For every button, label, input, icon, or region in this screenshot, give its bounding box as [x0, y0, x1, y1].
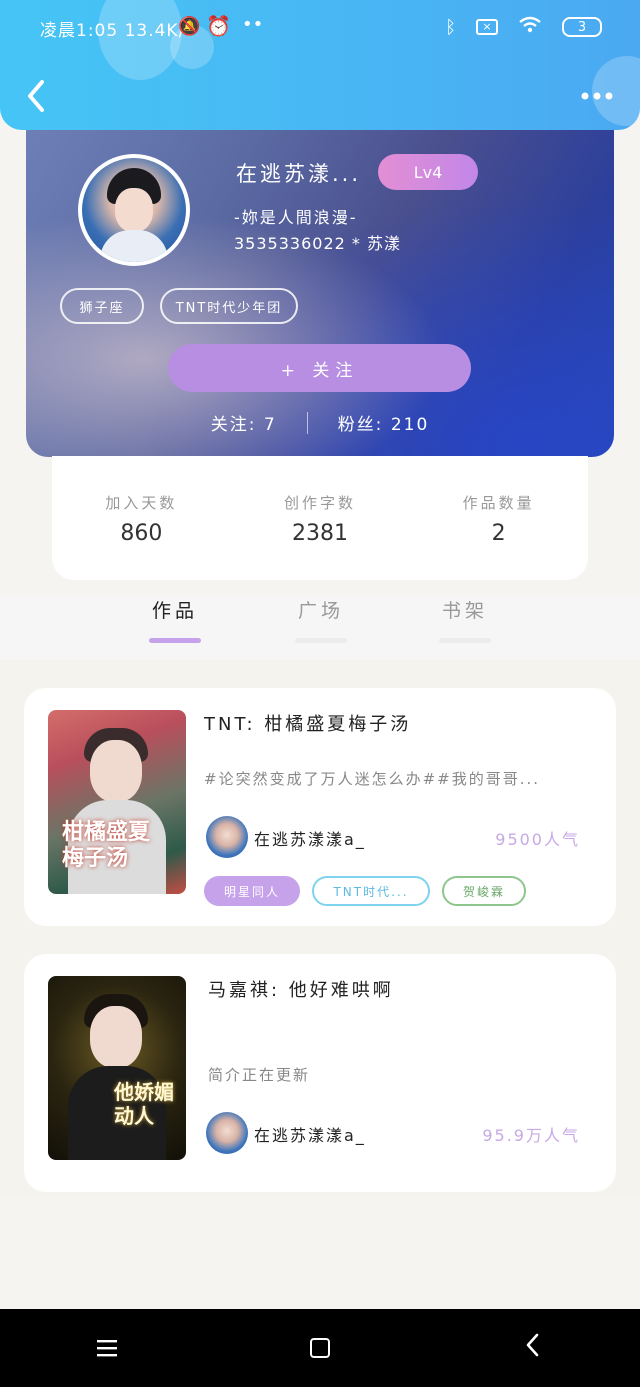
avatar-image	[82, 158, 186, 262]
back-button[interactable]	[20, 74, 54, 118]
work-description: 简介正在更新	[208, 1066, 311, 1084]
menu-icon	[96, 1339, 117, 1356]
back-arrow-icon	[527, 1333, 539, 1356]
work-tag[interactable]: TNT时代...	[312, 876, 430, 906]
stat-value: 2381	[291, 521, 348, 546]
author-avatar[interactable]	[206, 1112, 248, 1154]
work-title: 马嘉祺: 他好难哄啊	[208, 980, 394, 1001]
tab-works[interactable]: 作品	[140, 596, 210, 623]
tab-bookshelf-indicator	[439, 638, 491, 643]
tab-bookshelf[interactable]: 书架	[430, 596, 500, 623]
home-button[interactable]	[290, 1338, 350, 1358]
profile-avatar[interactable]	[78, 154, 190, 266]
work-description: #论突然变成了万人迷怎么办##我的哥哥...	[204, 770, 541, 788]
stat-word-count: 创作字数 2381	[245, 492, 395, 546]
level-badge: Lv4	[378, 154, 478, 190]
menu-button[interactable]	[77, 1332, 137, 1365]
work-tag[interactable]: 明星同人	[204, 876, 300, 906]
fans-label: 粉丝:	[337, 415, 384, 435]
battery-level: 3	[577, 19, 587, 35]
alarm-icon: ⏰	[206, 14, 231, 38]
following-count: 7	[263, 415, 277, 435]
work-tag[interactable]: 贺峻霖	[442, 876, 526, 906]
counts-divider	[306, 411, 308, 434]
stat-label: 作品数量	[462, 494, 535, 512]
wifi-icon	[518, 16, 542, 38]
work-cover[interactable]: 他娇媚动人	[48, 976, 186, 1160]
status-time-speed: 凌晨1:05 13.4K/s	[40, 21, 196, 41]
author-avatar[interactable]	[206, 816, 248, 858]
tag-group[interactable]: TNT时代少年团	[160, 288, 298, 324]
profile-signature: -妳是人間浪漫-	[234, 208, 358, 227]
nav-back-button[interactable]	[503, 1332, 563, 1365]
tab-square-indicator	[295, 638, 347, 643]
stat-label: 创作字数	[283, 494, 356, 512]
bluetooth-icon: ᛒ	[445, 16, 456, 38]
work-cover[interactable]: 柑橘盛夏梅子汤	[48, 710, 186, 894]
author-name[interactable]: 在逃苏漾漾a_	[254, 826, 366, 850]
profile-uid: 3535336022 * 苏漾	[234, 234, 401, 253]
following-stat[interactable]: 关注: 7	[211, 410, 277, 435]
stats-card: 加入天数 860 创作字数 2381 作品数量 2	[52, 456, 588, 580]
author-name[interactable]: 在逃苏漾漾a_	[254, 1122, 366, 1146]
more-horizontal-icon	[581, 92, 613, 100]
system-nav-bar	[0, 1309, 640, 1387]
stat-join-days: 加入天数 860	[66, 492, 216, 546]
work-card[interactable]: 他娇媚动人 马嘉祺: 他好难哄啊 简介正在更新 在逃苏漾漾a_ 95.9万人气	[24, 954, 616, 1192]
work-title: TNT: 柑橘盛夏梅子汤	[204, 714, 412, 735]
popularity: 95.9万人气	[482, 1126, 580, 1145]
more-dots-icon: ••	[242, 14, 264, 35]
profile-username: 在逃苏漾...	[236, 162, 362, 186]
tab-works-indicator	[149, 638, 201, 643]
follow-button[interactable]: + 关注	[168, 344, 471, 392]
work-card[interactable]: 柑橘盛夏梅子汤 TNT: 柑橘盛夏梅子汤 #论突然变成了万人迷怎么办##我的哥哥…	[24, 688, 616, 926]
fans-count: 210	[390, 415, 430, 435]
battery-icon: 3	[562, 17, 602, 37]
sim-off-icon: ×	[476, 19, 498, 35]
cover-title: 他娇媚动人	[114, 1080, 174, 1128]
following-label: 关注:	[210, 415, 257, 435]
profile-card: 在逃苏漾... Lv4 -妳是人間浪漫- 3535336022 * 苏漾 狮子座…	[26, 130, 614, 457]
popularity: 9500人气	[495, 830, 580, 849]
status-right: ᛒ × 3	[445, 16, 602, 38]
tab-square[interactable]: 广场	[286, 596, 356, 623]
tag-zodiac[interactable]: 狮子座	[60, 288, 144, 324]
stat-label: 加入天数	[105, 494, 178, 512]
fans-stat[interactable]: 粉丝: 210	[338, 410, 430, 435]
square-icon	[309, 1338, 330, 1358]
mute-icon: 🔕	[178, 16, 201, 37]
follow-counts: 关注: 7 粉丝: 210	[26, 410, 614, 435]
more-button[interactable]	[580, 82, 614, 102]
app-root: 凌晨1:05 13.4K/s 🔕 ⏰ •• ᛒ × 3 在逃苏漾... Lv4 …	[0, 0, 640, 1387]
stat-value: 2	[491, 521, 506, 546]
cover-title: 柑橘盛夏梅子汤	[62, 820, 151, 871]
stat-work-count: 作品数量 2	[424, 492, 574, 546]
profile-tabs: 作品 广场 书架	[0, 596, 640, 660]
top-header: 凌晨1:05 13.4K/s 🔕 ⏰ •• ᛒ × 3	[0, 0, 640, 130]
chevron-left-icon	[28, 80, 44, 112]
stat-value: 860	[120, 521, 163, 546]
